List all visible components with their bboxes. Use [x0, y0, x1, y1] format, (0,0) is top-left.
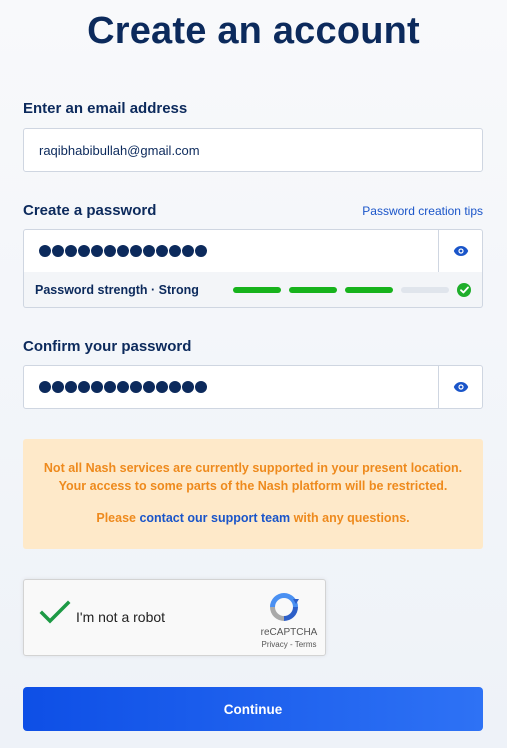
- warning-line-2: Your access to some parts of the Nash pl…: [58, 479, 448, 493]
- warning-line-3-pre: Please: [96, 511, 140, 525]
- password-mask-dot: [156, 381, 168, 393]
- password-mask-dot: [130, 381, 142, 393]
- password-mask-dot: [78, 245, 90, 257]
- password-mask-dot: [143, 245, 155, 257]
- warning-line-1: Not all Nash services are currently supp…: [43, 461, 463, 475]
- password-mask-dot: [39, 381, 51, 393]
- show-password-button[interactable]: [438, 230, 482, 272]
- password-strength-meter: Password strength · Strong: [23, 272, 483, 308]
- password-mask-dot: [91, 381, 103, 393]
- confirm-password-field[interactable]: [23, 365, 483, 409]
- password-mask-dot: [156, 245, 168, 257]
- continue-button[interactable]: Continue: [23, 687, 483, 731]
- strength-bars: [233, 286, 449, 293]
- strength-bar-segment: [233, 286, 281, 293]
- password-mask-dot: [78, 381, 90, 393]
- password-mask-dot: [39, 245, 51, 257]
- email-value[interactable]: raqibhabibullah@gmail.com: [24, 143, 482, 158]
- warning-line-3: Please contact our support team with any…: [23, 509, 483, 527]
- password-mask-dot: [65, 381, 77, 393]
- checkmark-icon: [39, 600, 71, 624]
- password-mask-dot: [195, 245, 207, 257]
- password-mask-dot: [143, 381, 155, 393]
- eye-icon: [453, 382, 468, 392]
- contact-support-link[interactable]: contact our support team: [139, 511, 290, 525]
- password-mask-dot: [65, 245, 77, 257]
- password-mask-dot: [195, 381, 207, 393]
- strength-bar-segment: [401, 286, 449, 293]
- password-label: Create a password: [23, 202, 157, 219]
- location-warning-banner: Not all Nash services are currently supp…: [23, 439, 483, 549]
- password-mask-dot: [91, 245, 103, 257]
- recaptcha-logo-icon: [267, 590, 301, 629]
- password-mask-dot: [117, 245, 129, 257]
- page-title: Create an account: [87, 10, 420, 52]
- check-circle-icon: [457, 282, 471, 297]
- confirm-password-masked-value[interactable]: [24, 381, 438, 393]
- password-mask-dot: [169, 245, 181, 257]
- warning-line-3-post: with any questions.: [290, 511, 410, 525]
- strength-bar-segment: [289, 286, 337, 293]
- recaptcha-terms-link[interactable]: Privacy - Terms: [254, 640, 324, 649]
- password-tips-link[interactable]: Password creation tips: [362, 204, 483, 218]
- strength-bar-segment: [345, 286, 393, 293]
- password-mask-dot: [52, 245, 64, 257]
- email-field[interactable]: raqibhabibullah@gmail.com: [23, 128, 483, 172]
- password-field[interactable]: [23, 229, 483, 273]
- email-label: Enter an email address: [23, 100, 188, 117]
- password-mask-dot: [182, 381, 194, 393]
- recaptcha-brand: reCAPTCHA: [260, 627, 318, 638]
- confirm-password-label: Confirm your password: [23, 338, 192, 355]
- password-mask-dot: [117, 381, 129, 393]
- recaptcha-label: I'm not a robot: [76, 609, 166, 625]
- password-mask-dot: [182, 245, 194, 257]
- password-strength-text: Password strength · Strong: [35, 282, 199, 297]
- password-mask-dot: [104, 381, 116, 393]
- password-mask-dot: [130, 245, 142, 257]
- password-mask-dot: [169, 381, 181, 393]
- show-confirm-password-button[interactable]: [438, 366, 482, 408]
- password-mask-dot: [104, 245, 116, 257]
- eye-icon: [453, 246, 468, 256]
- password-masked-value[interactable]: [24, 245, 438, 257]
- recaptcha-checkbox[interactable]: [39, 600, 71, 631]
- password-mask-dot: [52, 381, 64, 393]
- recaptcha-widget: I'm not a robot reCAPTCHA Privacy - Term…: [23, 579, 326, 656]
